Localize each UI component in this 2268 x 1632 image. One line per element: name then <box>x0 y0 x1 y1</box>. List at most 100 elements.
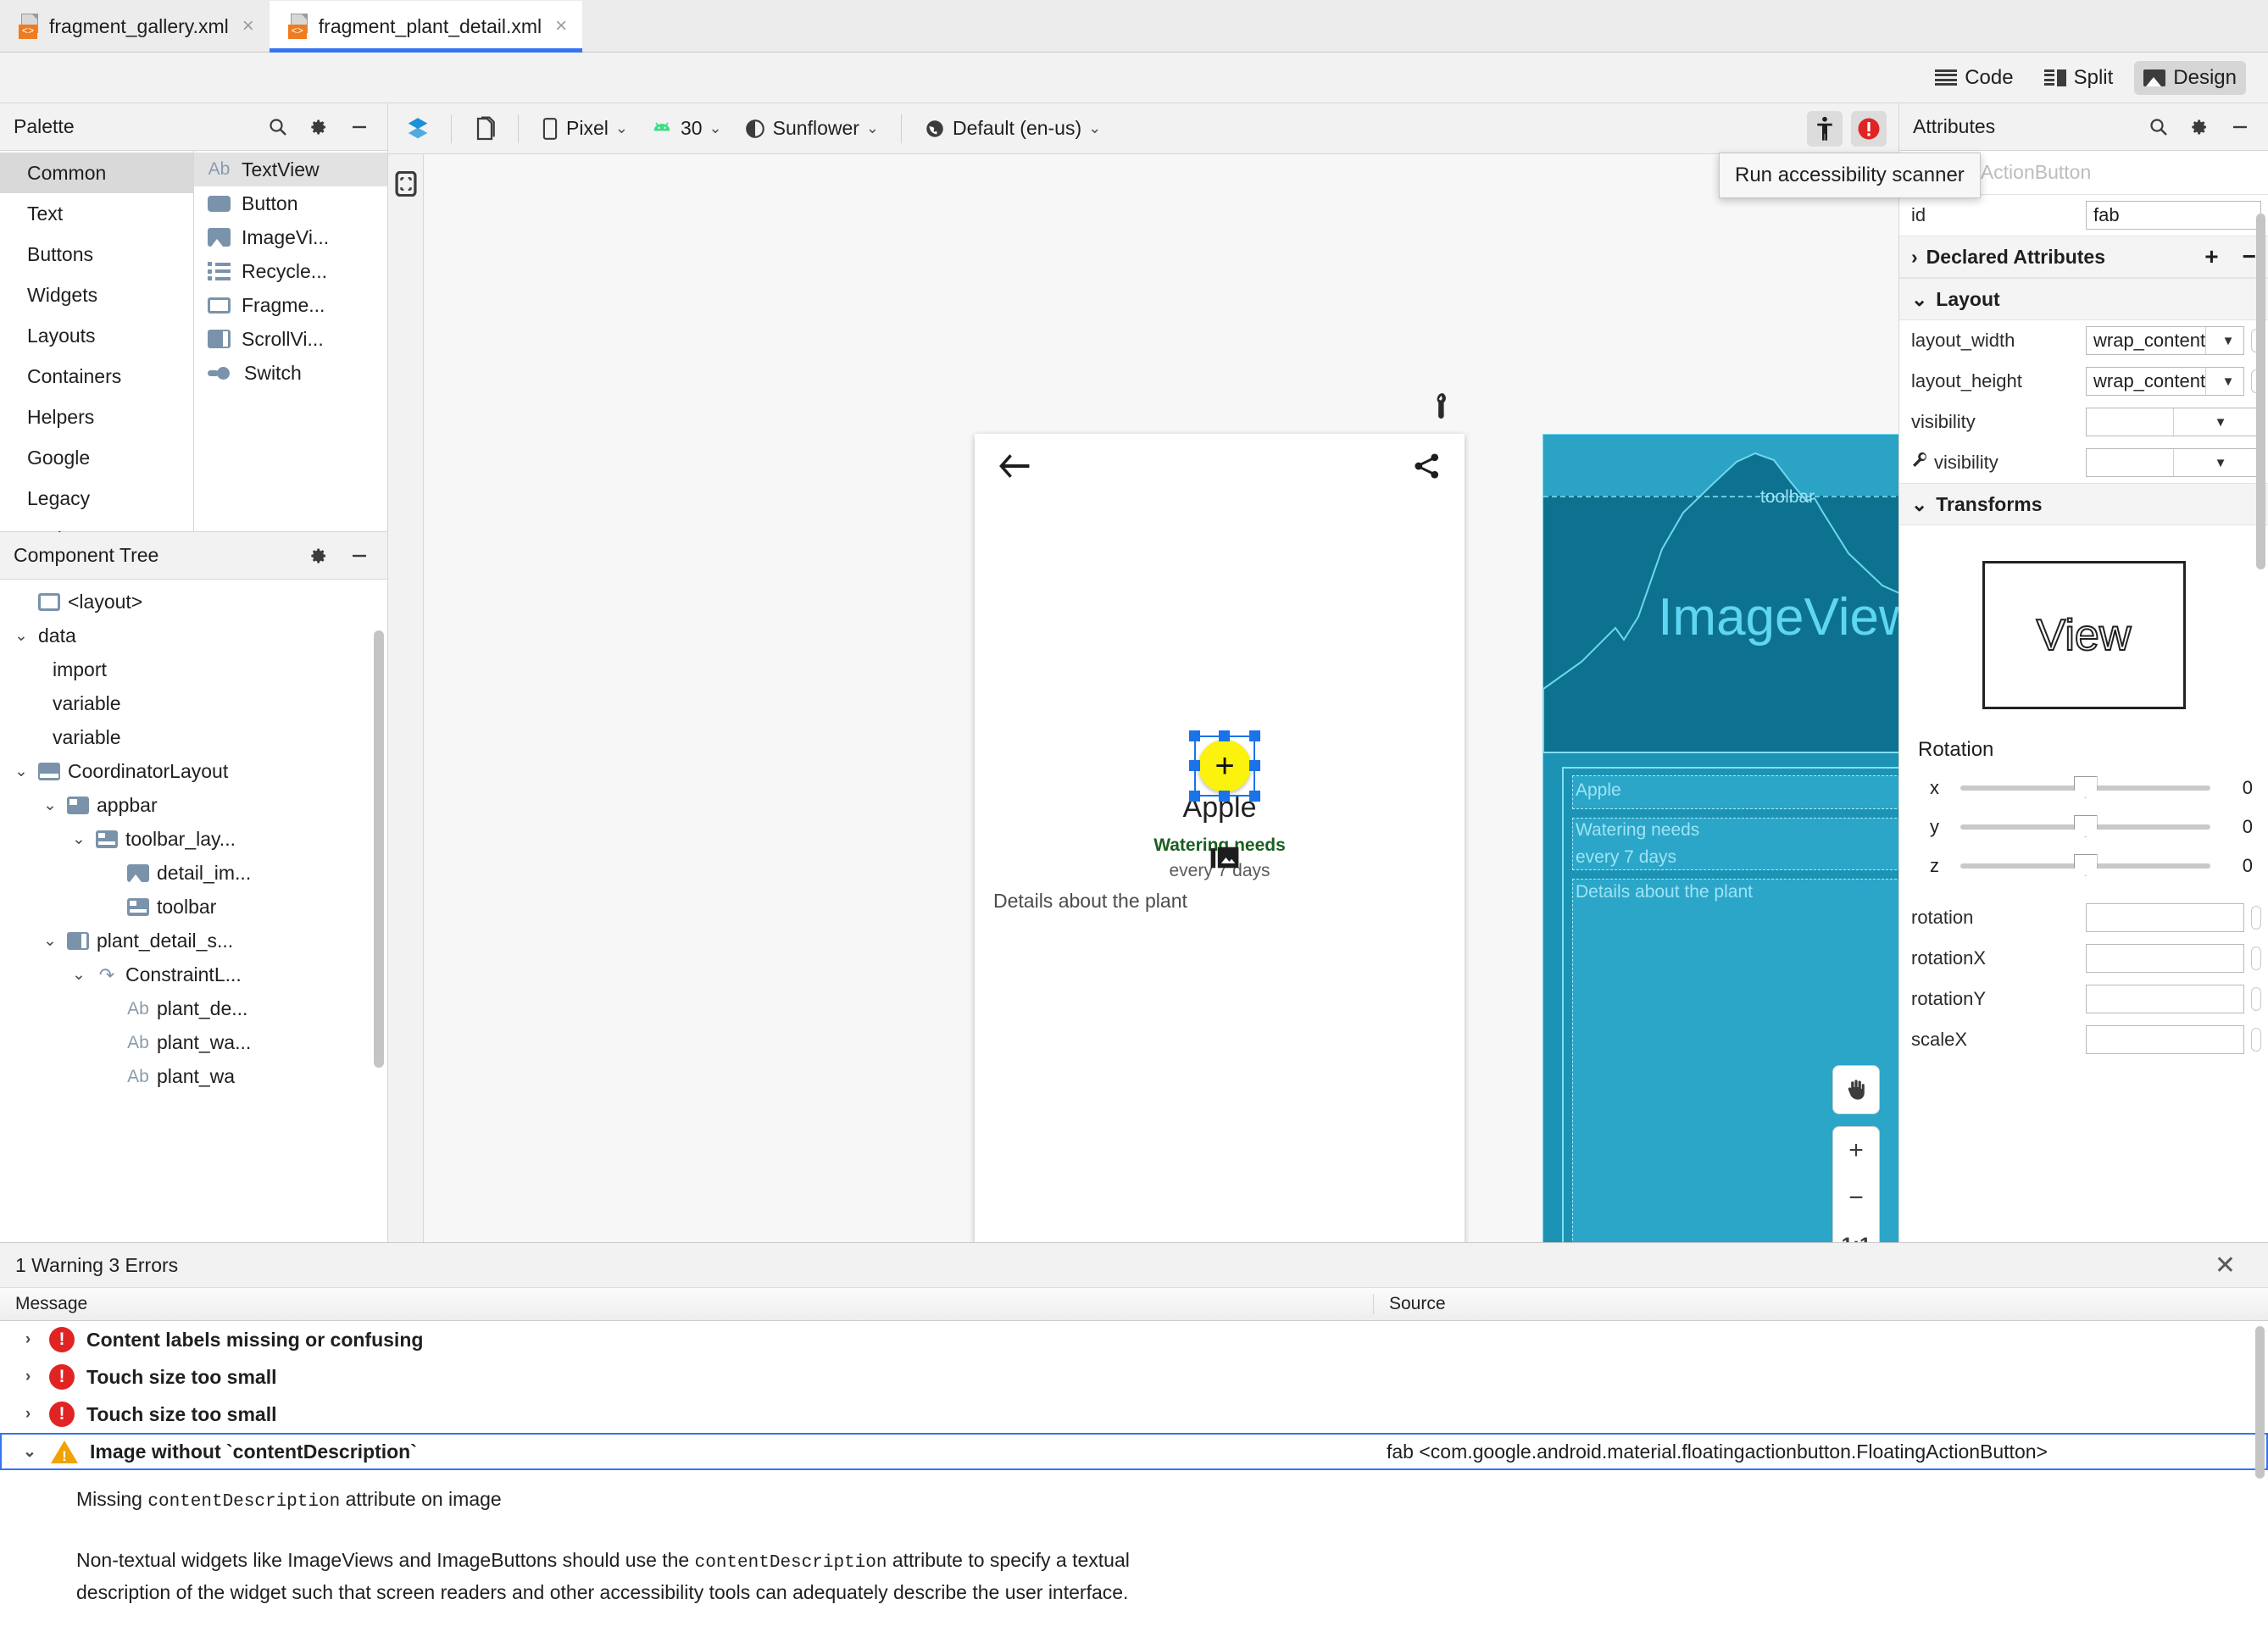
mode-split-button[interactable]: Split <box>2035 61 2123 95</box>
palette-item-recyclerview[interactable]: Recycle... <box>194 254 387 288</box>
tree-node-layout[interactable]: <layout> <box>0 585 387 619</box>
tree-node-plant-watering-2[interactable]: Ab plant_wa <box>0 1059 387 1093</box>
palette-item-button[interactable]: Button <box>194 186 387 220</box>
layout-width-combo[interactable]: wrap_content ▼ <box>2086 326 2244 355</box>
resize-handle-nw[interactable] <box>1189 730 1200 741</box>
chevron-down-icon[interactable]: ▼ <box>2173 408 2260 436</box>
tab-close-icon[interactable]: × <box>555 14 567 38</box>
zoom-out-icon[interactable]: − <box>1833 1174 1879 1222</box>
resize-handle-w[interactable] <box>1189 760 1200 771</box>
tree-node-import[interactable]: import <box>0 652 387 686</box>
slider-track[interactable] <box>1960 776 2210 798</box>
back-arrow-icon[interactable] <box>997 452 1031 485</box>
issue-row-image-content-description[interactable]: ⌄ Image without `contentDescription` fab… <box>0 1433 2268 1470</box>
scalex-input[interactable] <box>2086 1025 2244 1054</box>
device-selector[interactable]: Pixel ⌄ <box>534 114 635 143</box>
palette-category-text[interactable]: Text <box>0 193 193 234</box>
tree-chevron[interactable]: ⌄ <box>12 626 31 646</box>
add-attribute-button[interactable]: + <box>2204 243 2218 270</box>
rotationy-input[interactable] <box>2086 985 2244 1013</box>
tree-node-variable-1[interactable]: variable <box>0 686 387 720</box>
slider-track[interactable] <box>1960 854 2210 876</box>
slider-thumb[interactable] <box>2073 815 2098 837</box>
chevron-down-icon[interactable]: ▼ <box>2173 449 2260 476</box>
tree-chevron[interactable]: ⌄ <box>69 830 88 849</box>
rotation-input[interactable] <box>2086 903 2244 932</box>
component-tree-body[interactable]: <layout> ⌄ data import variable variable … <box>0 580 387 1242</box>
pan-hand-icon[interactable] <box>1833 1066 1879 1113</box>
palette-category-buttons[interactable]: Buttons <box>0 234 193 275</box>
tree-chevron[interactable]: ⌄ <box>41 796 59 815</box>
rotation-slider-y[interactable]: y 0 <box>1899 808 2268 847</box>
component-tree-scrollbar[interactable] <box>374 630 384 1237</box>
minimize-icon[interactable] <box>2226 113 2254 142</box>
palette-category-widgets[interactable]: Widgets <box>0 275 193 315</box>
resize-handle-s[interactable] <box>1219 791 1230 802</box>
slider-track[interactable] <box>1960 815 2210 837</box>
palette-item-scrollview[interactable]: ScrollVi... <box>194 322 387 356</box>
tree-chevron[interactable]: ⌄ <box>69 965 88 985</box>
palette-category-common[interactable]: Common <box>0 153 193 193</box>
tree-node-variable-2[interactable]: variable <box>0 720 387 754</box>
accessibility-scanner-button[interactable] <box>1807 110 1843 147</box>
tab-fragment-gallery[interactable]: <> fragment_gallery.xml × <box>0 1 270 52</box>
tree-node-appbar[interactable]: ⌄ appbar <box>0 788 387 822</box>
resize-handle-sw[interactable] <box>1189 791 1200 802</box>
tree-node-toolbar[interactable]: toolbar <box>0 890 387 924</box>
tab-fragment-plant-detail[interactable]: <> fragment_plant_detail.xml × <box>269 1 583 53</box>
palette-item-fragment[interactable]: Fragme... <box>194 288 387 322</box>
tools-visibility-combo[interactable]: ▼ <box>2086 448 2261 477</box>
resize-handle-n[interactable] <box>1219 730 1230 741</box>
tree-node-plant-detail-name[interactable]: Ab plant_de... <box>0 991 387 1025</box>
slider-thumb[interactable] <box>2073 776 2098 798</box>
tree-chevron[interactable]: ⌄ <box>41 931 59 951</box>
palette-category-layouts[interactable]: Layouts <box>0 315 193 356</box>
search-icon[interactable] <box>2144 113 2173 142</box>
layout-variants-icon[interactable] <box>400 111 436 147</box>
remove-attribute-button[interactable]: − <box>2227 243 2256 270</box>
tree-chevron[interactable]: ⌄ <box>12 762 31 781</box>
zoom-actual-size-button[interactable]: 1:1 <box>1833 1222 1879 1242</box>
palette-category-google[interactable]: Google <box>0 437 193 478</box>
close-icon[interactable]: ✕ <box>2215 1251 2253 1280</box>
palette-item-switch[interactable]: Switch <box>194 356 387 390</box>
zoom-in-icon[interactable]: + <box>1833 1127 1879 1174</box>
rotation-slider-z[interactable]: z 0 <box>1899 847 2268 885</box>
section-transforms[interactable]: ⌄ Transforms <box>1899 483 2268 525</box>
locale-selector[interactable]: Default (en-us) ⌄ <box>917 114 1108 143</box>
rotationx-input[interactable] <box>2086 944 2244 973</box>
chevron-down-icon[interactable]: ⌄ <box>1911 493 1927 516</box>
chevron-right-icon[interactable]: › <box>1911 246 1918 269</box>
id-input[interactable]: fab <box>2086 201 2261 230</box>
resize-handle-e[interactable] <box>1249 760 1260 771</box>
palette-category-helpers[interactable]: Helpers <box>0 397 193 437</box>
resize-handle-se[interactable] <box>1249 791 1260 802</box>
palette-item-imageview[interactable]: ImageVi... <box>194 220 387 254</box>
mode-design-button[interactable]: Design <box>2134 60 2246 95</box>
resize-handle-ne[interactable] <box>1249 730 1260 741</box>
wrench-icon[interactable] <box>1429 393 1451 419</box>
tree-node-data[interactable]: ⌄ data <box>0 619 387 652</box>
expand-chevron-icon[interactable]: › <box>19 1330 37 1349</box>
theme-selector[interactable]: Sunflower ⌄ <box>737 114 886 143</box>
palette-category-containers[interactable]: Containers <box>0 356 193 397</box>
expand-chevron-icon[interactable]: › <box>19 1368 37 1386</box>
gear-icon[interactable] <box>2185 113 2214 142</box>
api-level-selector[interactable]: 30 ⌄ <box>643 114 729 143</box>
minimize-icon[interactable] <box>345 541 374 570</box>
search-icon[interactable] <box>264 113 292 142</box>
issue-row-touch-size-2[interactable]: › ! Touch size too small <box>0 1396 2268 1433</box>
layout-height-combo[interactable]: wrap_content ▼ <box>2086 367 2244 396</box>
share-icon[interactable] <box>1412 452 1443 485</box>
tree-node-coordinatorlayout[interactable]: ⌄ CoordinatorLayout <box>0 754 387 788</box>
gear-icon[interactable] <box>304 113 333 142</box>
tree-node-plant-detail-scroll[interactable]: ⌄ plant_detail_s... <box>0 924 387 958</box>
section-layout[interactable]: ⌄ Layout <box>1899 278 2268 320</box>
visibility-combo[interactable]: ▼ <box>2086 408 2261 436</box>
design-canvas[interactable]: Apple Watering needs every 7 days Detail… <box>424 154 1898 1242</box>
device-screen-icon[interactable] <box>388 166 424 202</box>
chevron-down-icon[interactable]: ▼ <box>2205 368 2243 395</box>
slider-thumb[interactable] <box>2073 854 2098 876</box>
rotation-slider-x[interactable]: x 0 <box>1899 769 2268 808</box>
chevron-down-icon[interactable]: ▼ <box>2205 327 2243 354</box>
